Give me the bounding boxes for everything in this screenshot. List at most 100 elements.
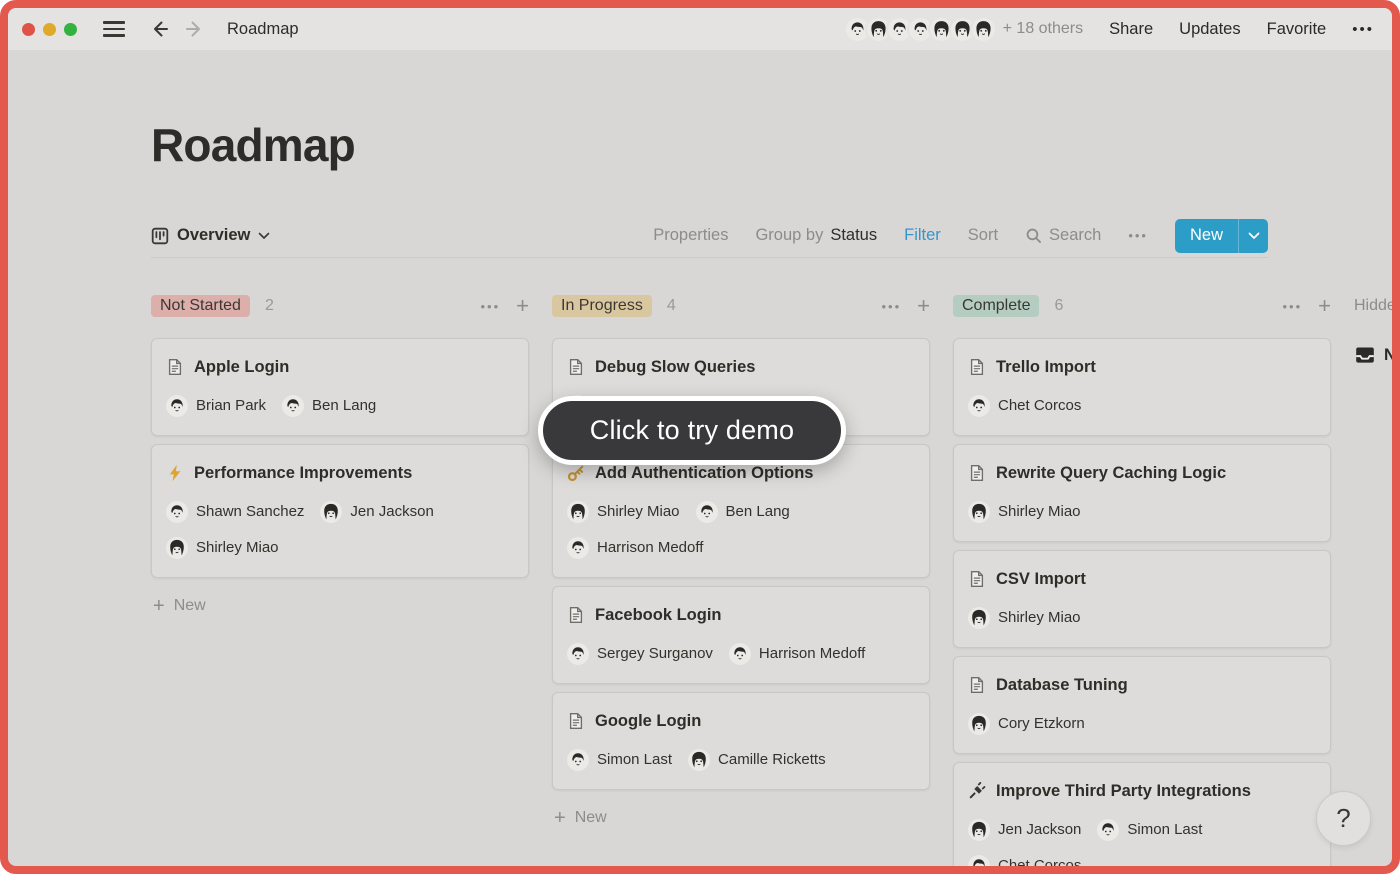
sort-button[interactable]: Sort [968, 226, 998, 245]
card-assignees: Jen Jackson Simon Last Chet Corcos [968, 817, 1316, 874]
person-avatar [567, 643, 589, 665]
board-card[interactable]: Facebook LoginSergey SurganovHarrison Me… [552, 586, 930, 684]
more-menu-icon[interactable]: ••• [1352, 21, 1374, 38]
assignee-name: Shirley Miao [597, 499, 680, 525]
card-title-row: Trello Import [968, 355, 1316, 379]
page-icon [968, 464, 986, 482]
view-more-icon[interactable]: ••• [1128, 228, 1148, 243]
assignee: Simon Last [1097, 817, 1202, 843]
card-assignees: Shirley Miao [968, 499, 1316, 525]
column-more-icon[interactable]: ••• [1282, 299, 1302, 314]
assignee-name: Simon Last [1127, 817, 1202, 843]
assignee-name: Brian Park [196, 393, 266, 419]
share-button[interactable]: Share [1109, 20, 1153, 39]
assignee-name: Camille Ricketts [718, 747, 826, 773]
person-avatar [968, 713, 990, 735]
help-button[interactable]: ? [1316, 791, 1371, 846]
view-tab-label: Overview [177, 226, 250, 245]
assignee-name: Ben Lang [312, 393, 376, 419]
collaborator-avatar[interactable] [970, 16, 997, 43]
sidebar-menu-icon[interactable] [103, 21, 125, 36]
back-arrow-icon[interactable] [149, 18, 171, 40]
person-avatar [696, 501, 718, 523]
key-emoji-icon [567, 464, 585, 482]
assignee: Chet Corcos [968, 853, 1081, 874]
column-cards: Trello Import Chet Corcos Rewrite Query Ca… [953, 338, 1331, 874]
page-title: Roadmap [151, 118, 1392, 172]
try-demo-overlay-button[interactable]: Click to try demo [538, 396, 846, 465]
column-count: 6 [1054, 297, 1063, 315]
favorite-button[interactable]: Favorite [1267, 20, 1327, 39]
card-title: CSV Import [996, 567, 1086, 591]
assignee: Shirley Miao [166, 535, 279, 561]
column-status-badge: Not Started [151, 295, 250, 317]
assignee-name: Jen Jackson [998, 817, 1081, 843]
add-card-button[interactable]: +New [151, 596, 529, 616]
forward-arrow-icon[interactable] [183, 18, 205, 40]
properties-button[interactable]: Properties [653, 226, 728, 245]
collaborator-avatars[interactable] [844, 16, 997, 43]
filter-button[interactable]: Filter [904, 226, 941, 245]
hidden-columns-toggle[interactable]: Hidden columns [1354, 292, 1400, 320]
card-title-row: Improve Third Party Integrations [968, 779, 1316, 803]
column-count: 2 [265, 297, 274, 315]
board-card[interactable]: Database TuningCory Etzkorn [953, 656, 1331, 754]
assignee-name: Harrison Medoff [597, 535, 703, 561]
card-title-row: Apple Login [166, 355, 514, 379]
assignee: Ben Lang [282, 393, 376, 419]
column-header: Not Started 2 ••• + [151, 292, 529, 320]
person-avatar [567, 537, 589, 559]
card-title-row: Debug Slow Queries [567, 355, 915, 379]
card-title-row: Performance Improvements [166, 461, 514, 485]
plug-emoji-icon [968, 782, 986, 800]
page-content: Roadmap Overview Properties Group by Sta… [8, 118, 1392, 258]
hidden-column-no-status[interactable]: No Status [1354, 344, 1400, 366]
column-more-icon[interactable]: ••• [881, 299, 901, 314]
column-add-icon[interactable]: + [516, 295, 529, 317]
page-icon [968, 358, 986, 376]
person-avatar [729, 643, 751, 665]
assignee-name: Simon Last [597, 747, 672, 773]
column-add-icon[interactable]: + [1318, 295, 1331, 317]
updates-button[interactable]: Updates [1179, 20, 1240, 39]
column-more-icon[interactable]: ••• [480, 299, 500, 314]
assignee: Ben Lang [696, 499, 790, 525]
page-icon [968, 676, 986, 694]
zoom-window-button[interactable] [64, 23, 77, 36]
minimize-window-button[interactable] [43, 23, 56, 36]
card-title: Database Tuning [996, 673, 1128, 697]
card-assignees: Brian Park Ben Lang [166, 393, 514, 419]
board-card[interactable]: Apple Login Brian Park Ben Lang [151, 338, 529, 436]
board-card[interactable]: Improve Third Party Integrations Jen Jack… [953, 762, 1331, 874]
card-assignees: Shirley Miao Ben Lang Harrison Medoff [567, 499, 915, 561]
page-icon [567, 606, 585, 624]
new-button-chevron-icon[interactable] [1238, 219, 1268, 253]
hidden-columns-section: Hidden columns No Status [1354, 292, 1400, 366]
new-button[interactable]: New [1175, 219, 1268, 253]
close-window-button[interactable] [22, 23, 35, 36]
group-by-button[interactable]: Group by Status [755, 226, 877, 245]
column-header: Complete6•••+ [953, 292, 1331, 320]
assignee-name: Chet Corcos [998, 853, 1081, 874]
assignee-name: Shirley Miao [196, 535, 279, 561]
add-card-button[interactable]: +New [552, 808, 930, 828]
board-card[interactable]: Performance ImprovementsShawn SanchezJen… [151, 444, 529, 578]
board-card[interactable]: Google LoginSimon LastCamille Ricketts [552, 692, 930, 790]
board-card[interactable]: Rewrite Query Caching Logic Shirley Miao [953, 444, 1331, 542]
board-card[interactable]: CSV ImportShirley Miao [953, 550, 1331, 648]
assignee: Chet Corcos [968, 393, 1081, 419]
page-icon [166, 358, 184, 376]
person-avatar [968, 395, 990, 417]
lightning-emoji-icon [166, 464, 184, 482]
assignee-name: Chet Corcos [998, 393, 1081, 419]
page-icon [567, 358, 585, 376]
person-avatar [688, 749, 710, 771]
column-add-icon[interactable]: + [917, 295, 930, 317]
card-title: Rewrite Query Caching Logic [996, 461, 1226, 485]
search-button[interactable]: Search [1025, 226, 1101, 245]
view-tab-overview[interactable]: Overview [151, 226, 270, 245]
card-title: Trello Import [996, 355, 1096, 379]
board-card[interactable]: Trello Import Chet Corcos [953, 338, 1331, 436]
assignee: Shawn Sanchez [166, 499, 304, 525]
person-avatar [166, 501, 188, 523]
